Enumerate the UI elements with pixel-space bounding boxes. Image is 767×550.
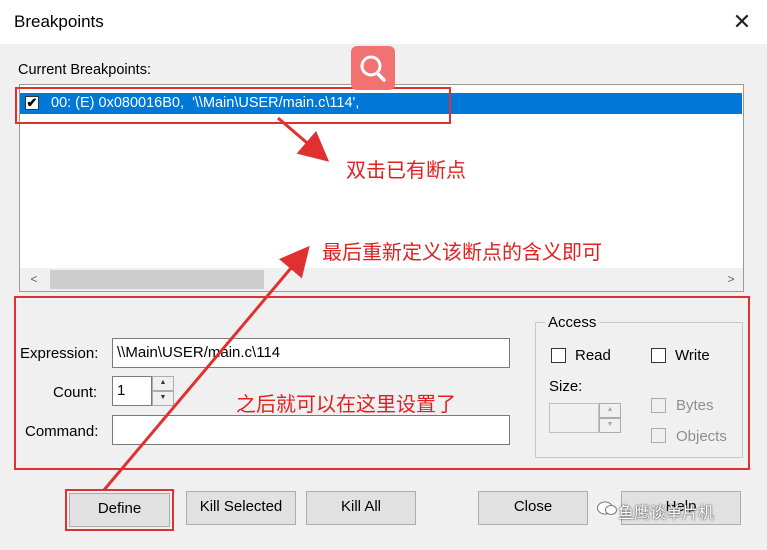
note-set-here: 之后就可以在这里设置了 [236, 392, 456, 416]
search-icon [360, 55, 386, 82]
arrow-to-double-click-note [277, 116, 330, 162]
watermark-text: 鱼鹰谈单片机 [618, 503, 715, 522]
note-double-click: 双击已有断点 [346, 158, 466, 182]
search-badge[interactable] [351, 46, 395, 90]
arrow-define-to-redefine-note [102, 245, 310, 491]
wechat-icon [597, 501, 617, 515]
note-redefine: 最后重新定义该断点的含义即可 [322, 240, 602, 264]
